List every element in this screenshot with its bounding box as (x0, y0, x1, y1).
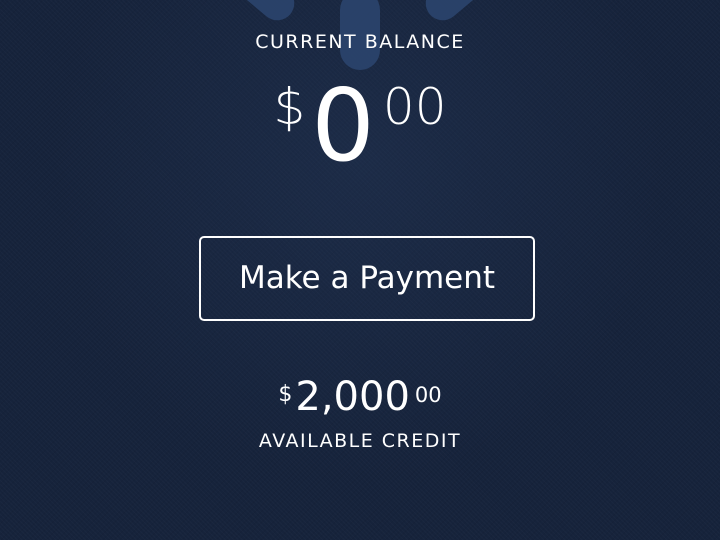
credit-cents-amount: 00 (414, 383, 442, 407)
balance-cents-amount: 00 (382, 78, 447, 136)
balance-whole-amount: 0 (311, 67, 375, 184)
current-balance-amount: $0 00 (0, 72, 720, 182)
make-payment-button[interactable]: Make a Payment (199, 236, 535, 321)
credit-whole-amount: 2,000 (295, 374, 410, 420)
current-balance-label: CURRENT BALANCE (255, 31, 465, 53)
available-credit-amount: $2,000 00 (0, 374, 720, 420)
available-credit-label: AVAILABLE CREDIT (258, 430, 462, 452)
credit-currency-symbol: $ (278, 382, 293, 407)
balance-currency-symbol: $ (273, 78, 306, 136)
